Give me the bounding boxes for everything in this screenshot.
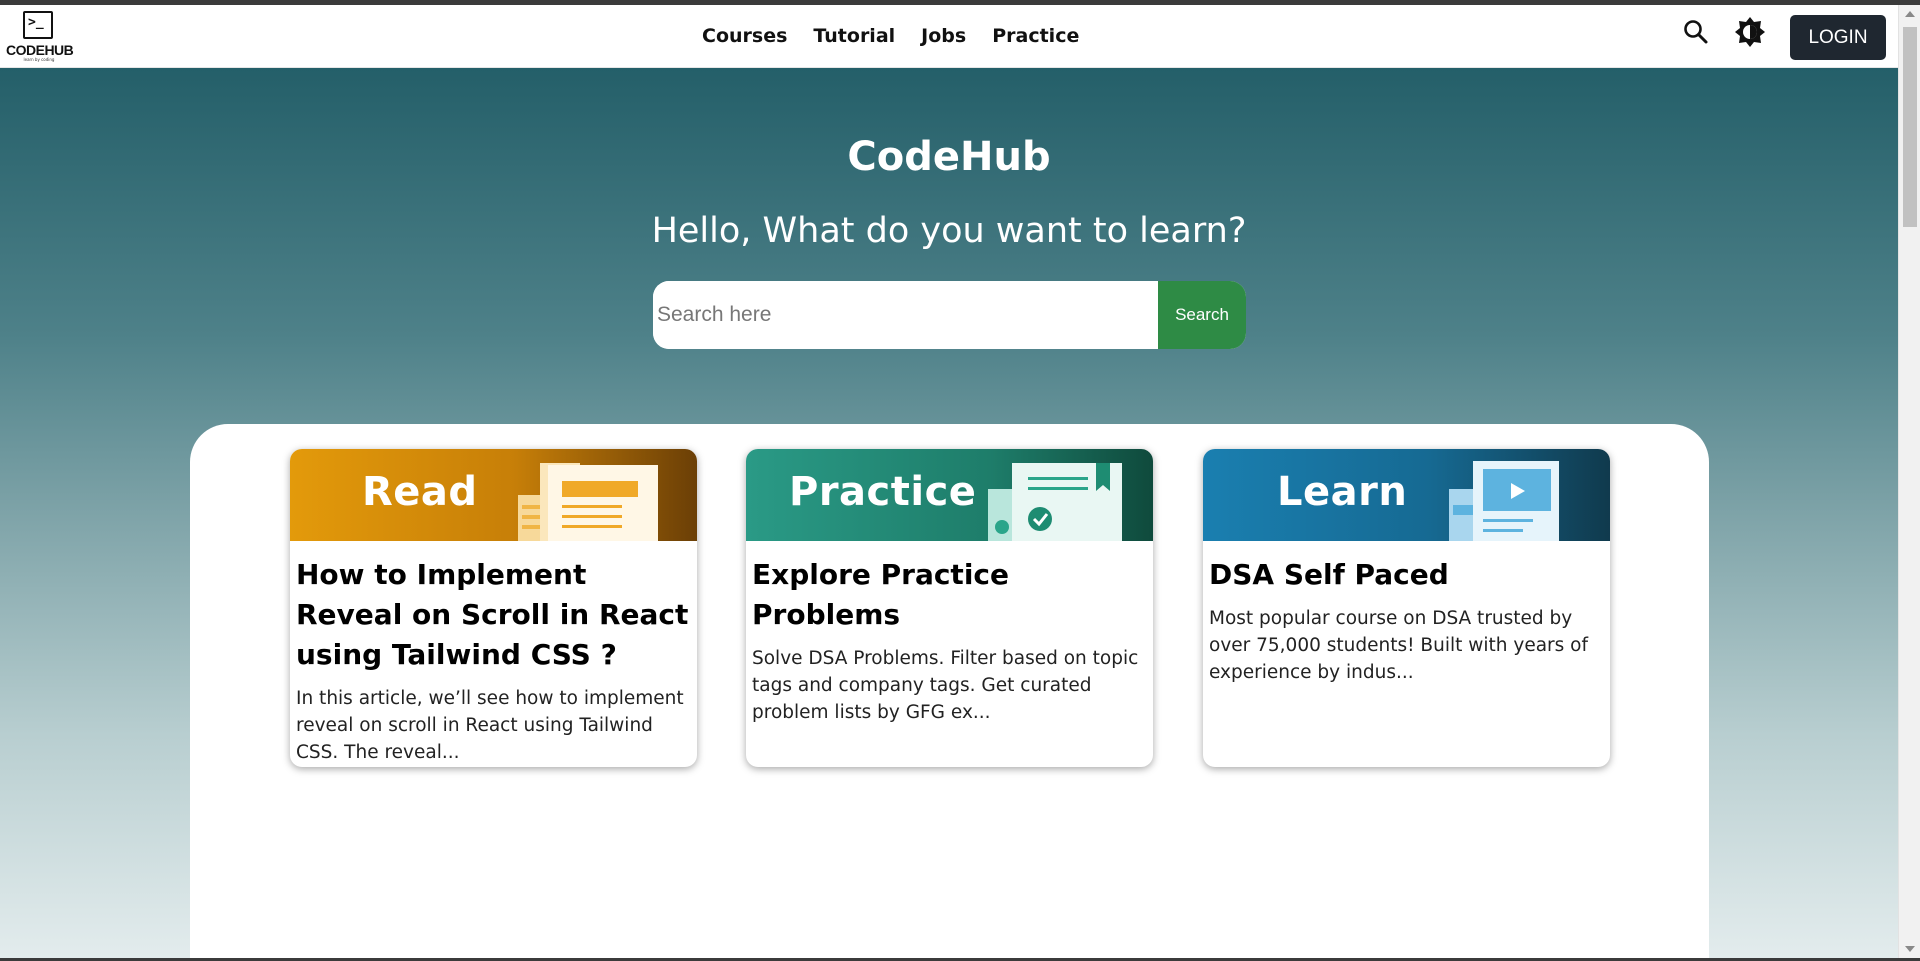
card-title[interactable]: How to Implement Reveal on Scroll in Rea…: [290, 541, 697, 675]
card-description: In this article, we’ll see how to implem…: [296, 688, 684, 763]
banner-label: Read: [362, 469, 478, 515]
logo-text: CODEHUB: [6, 42, 74, 58]
nav-jobs[interactable]: Jobs: [921, 25, 966, 47]
logo-tagline: learn by coding: [23, 57, 55, 62]
hero-title: CodeHub: [847, 134, 1051, 180]
navbar: >_ CODEHUB learn by coding Courses Tutor…: [0, 5, 1898, 68]
card-description: Most popular course on DSA trusted by ov…: [1209, 608, 1588, 683]
card-read[interactable]: Read How to Implement Reveal on Scroll i…: [290, 449, 697, 767]
card-title[interactable]: DSA Self Paced: [1203, 541, 1610, 595]
search-button[interactable]: Search: [1158, 281, 1246, 349]
document-illustration-icon: [518, 463, 658, 541]
checklist-illustration-icon: [988, 463, 1122, 541]
scroll-up-arrow-icon[interactable]: [1905, 11, 1915, 17]
nav-practice[interactable]: Practice: [992, 25, 1079, 47]
banner-label: Practice: [789, 469, 977, 515]
hero-subtitle: Hello, What do you want to learn?: [651, 211, 1247, 251]
card-practice[interactable]: Practice Explore Practice Problems Solve…: [746, 449, 1153, 767]
card-title[interactable]: Explore Practice Problems: [746, 541, 1153, 635]
card-banner-learn: Learn: [1203, 449, 1610, 541]
banner-label: Learn: [1277, 469, 1408, 515]
scrollbar-thumb[interactable]: [1903, 27, 1917, 227]
search-input[interactable]: [653, 281, 1158, 349]
nav-tutorial[interactable]: Tutorial: [813, 25, 895, 47]
card-learn[interactable]: Learn DSA Self Paced Most popular course…: [1203, 449, 1610, 767]
brightness-icon[interactable]: [1733, 15, 1767, 49]
hero-section: CodeHub Hello, What do you want to learn…: [0, 68, 1898, 961]
content-panel: Read How to Implement Reveal on Scroll i…: [190, 424, 1709, 961]
card-description: Solve DSA Problems. Filter based on topi…: [752, 648, 1139, 723]
video-lesson-illustration-icon: [1449, 461, 1559, 541]
hero-search-bar: Search: [653, 281, 1246, 349]
site-logo[interactable]: >_ CODEHUB learn by coding: [6, 9, 74, 63]
terminal-icon: >_: [23, 11, 53, 39]
main-nav: Courses Tutorial Jobs Practice: [702, 25, 1079, 47]
page-scrollbar[interactable]: [1898, 5, 1920, 958]
scroll-down-arrow-icon[interactable]: [1905, 946, 1915, 952]
nav-courses[interactable]: Courses: [702, 25, 787, 47]
search-icon[interactable]: [1681, 17, 1711, 47]
login-button[interactable]: LOGIN: [1790, 15, 1886, 60]
card-banner-practice: Practice: [746, 449, 1153, 541]
card-banner-read: Read: [290, 449, 697, 541]
